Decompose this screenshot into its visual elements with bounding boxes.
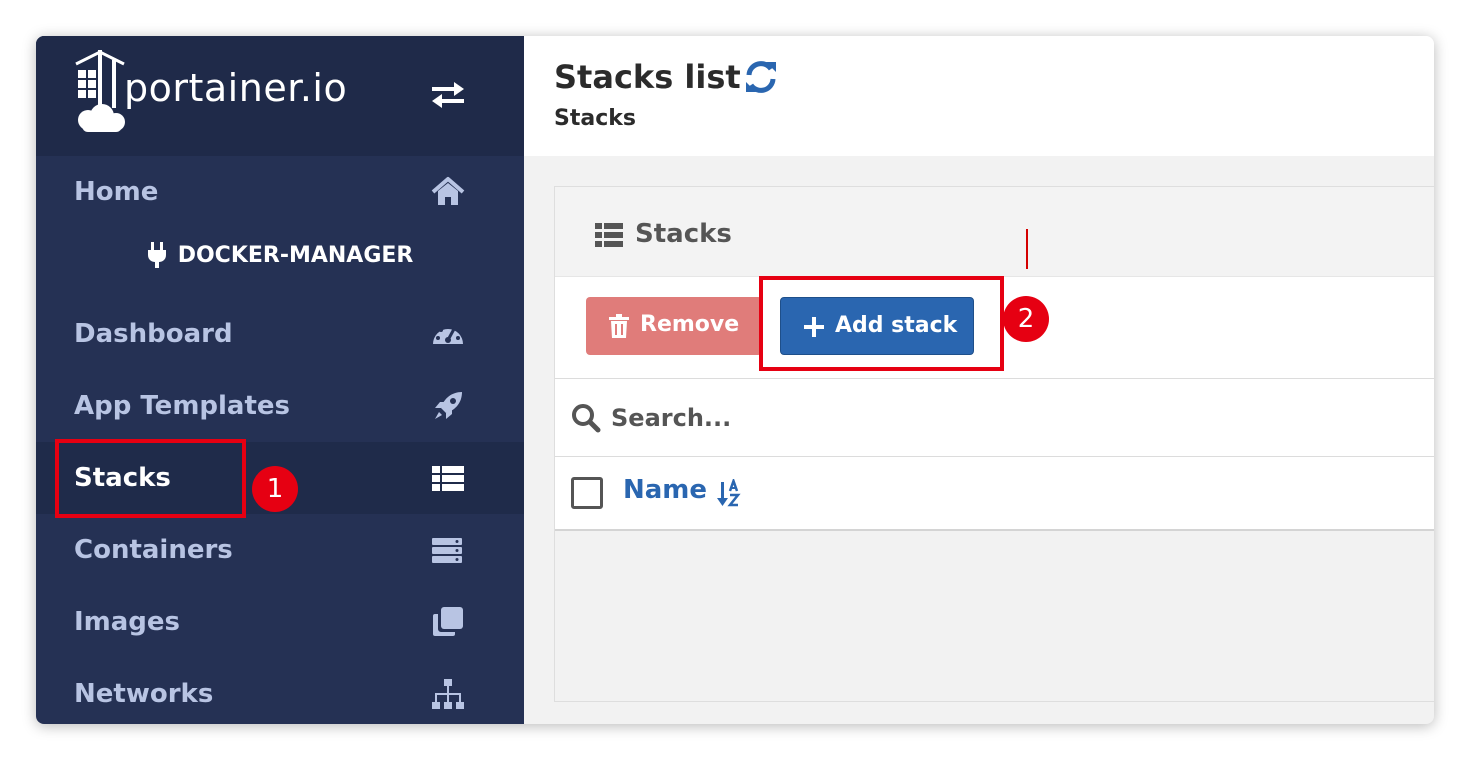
widget-header: Stacks <box>555 187 1434 277</box>
clone-icon <box>433 607 463 636</box>
widget-title: Stacks <box>635 219 732 249</box>
stacks-widget: Stacks Remove Add stack Search... Name <box>554 186 1434 702</box>
highlight-stacks <box>55 439 246 518</box>
sidebar-item-label: App Templates <box>74 391 291 421</box>
remove-button[interactable]: Remove <box>586 297 762 355</box>
page-header: Stacks list Stacks <box>524 36 1434 156</box>
sort-alpha-icon[interactable] <box>717 479 743 507</box>
server-icon <box>432 538 462 563</box>
tachometer-icon <box>433 324 463 344</box>
portainer-logo-icon <box>75 50 125 132</box>
sidebar-item-home[interactable]: Home <box>36 156 524 228</box>
app-window: portainer.io Home DOCKER-MANAGER Dashboa… <box>36 36 1434 724</box>
sidebar-item-containers[interactable]: Containers <box>36 514 524 586</box>
endpoint-label: DOCKER-MANAGER <box>177 242 414 268</box>
plug-icon <box>147 242 166 268</box>
sidebar-item-label: Images <box>74 607 181 637</box>
trash-icon <box>609 314 629 338</box>
step-marker-1: 1 <box>252 466 298 512</box>
sidebar: portainer.io Home DOCKER-MANAGER Dashboa… <box>36 36 524 724</box>
th-list-icon <box>432 466 464 491</box>
step-marker-2: 2 <box>1003 296 1049 342</box>
table-header: Name <box>555 457 1434 531</box>
sidebar-item-app-templates[interactable]: App Templates <box>36 370 524 442</box>
sitemap-icon <box>432 679 464 709</box>
sidebar-item-images[interactable]: Images <box>36 586 524 658</box>
home-icon <box>431 177 465 205</box>
sidebar-item-label: Networks <box>74 679 214 709</box>
search-bar <box>555 379 1434 457</box>
text-cursor-mark <box>1026 229 1028 269</box>
exchange-icon[interactable] <box>430 80 466 110</box>
select-all-checkbox[interactable] <box>571 477 603 509</box>
remove-button-label: Remove <box>640 312 740 337</box>
highlight-add-stack <box>759 276 1004 371</box>
sidebar-item-label: Home <box>74 177 159 207</box>
page-title: Stacks list <box>554 58 741 96</box>
search-icon <box>572 404 601 433</box>
rocket-icon <box>435 392 462 419</box>
sidebar-item-label: Containers <box>74 535 233 565</box>
sidebar-item-dashboard[interactable]: Dashboard <box>36 298 524 370</box>
sidebar-item-label: Dashboard <box>74 319 233 349</box>
column-header-name[interactable]: Name <box>623 475 707 505</box>
brand-bar: portainer.io <box>36 36 524 156</box>
th-list-icon <box>595 223 623 247</box>
endpoint-name: DOCKER-MANAGER <box>36 242 524 286</box>
sidebar-item-networks[interactable]: Networks <box>36 658 524 724</box>
refresh-icon[interactable] <box>742 58 780 96</box>
search-input[interactable] <box>611 393 1411 443</box>
brand-name: portainer.io <box>124 66 348 110</box>
breadcrumb: Stacks <box>554 106 636 131</box>
